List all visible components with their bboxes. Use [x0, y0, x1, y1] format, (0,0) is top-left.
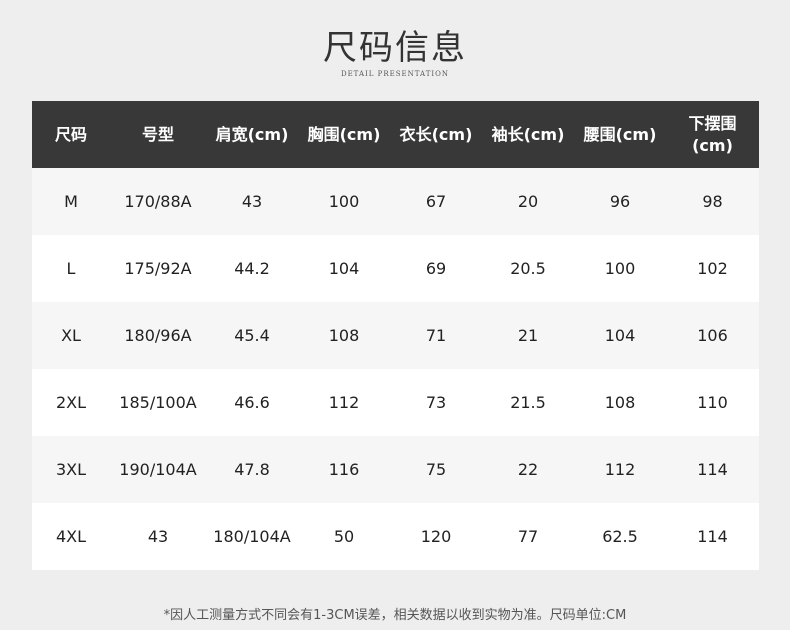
table-cell: 110 [697, 392, 728, 412]
table-cell: 108 [604, 392, 636, 412]
measurement-note: *因人工测量方式不同会有1-3CM误差，相关数据以收到实物为准。尺码单位:CM [163, 608, 627, 623]
table-row: 4XL 43 180/104A 50 120 77 62.5 114 [32, 503, 759, 570]
table-cell: 3XL [55, 459, 87, 479]
table-cell: 46.6 [234, 392, 270, 412]
table-cell: 112 [328, 392, 360, 412]
column-header-size: 尺码 [54, 124, 87, 144]
column-header-shoulder: 肩宽(cm) [215, 124, 289, 144]
table-cell: 180/104A [213, 526, 291, 546]
table-row: L 175/92A 44.2 104 69 20.5 100 102 [32, 235, 759, 302]
table-cell: 73 [425, 392, 447, 412]
column-header-hem: 下摆围(cm) [688, 113, 737, 155]
column-header-length: 衣长(cm) [399, 124, 473, 144]
table-cell: 114 [697, 459, 728, 479]
table-cell: 180/96A [124, 325, 192, 345]
table-cell: 44.2 [234, 258, 270, 278]
table-cell: L [66, 258, 76, 278]
page-title: 尺码信息 [323, 28, 467, 68]
column-header-sleeve: 袖长(cm) [491, 124, 565, 144]
table-cell: 20 [517, 191, 539, 211]
table-cell: 175/92A [124, 258, 192, 278]
table-cell: 106 [697, 325, 728, 345]
table-cell: 96 [609, 191, 631, 211]
table-cell: 22 [517, 459, 539, 479]
page-header: 尺码信息 Detail presentation [0, 28, 790, 78]
table-cell: 69 [425, 258, 447, 278]
table-cell: 104 [328, 258, 360, 278]
table-cell: 20.5 [510, 258, 546, 278]
table-cell: 116 [328, 459, 360, 479]
table-cell: 21.5 [510, 392, 546, 412]
table-cell: XL [61, 325, 81, 345]
table-cell: 112 [604, 459, 636, 479]
table-cell: 50 [333, 526, 355, 546]
size-table: 尺码 号型 肩宽(cm) 胸围(cm) 衣长(cm) 袖长(cm) 腰围(cm)… [32, 101, 759, 570]
table-cell: 120 [420, 526, 452, 546]
table-cell: 77 [517, 526, 539, 546]
table-cell: 108 [328, 325, 360, 345]
table-cell: 190/104A [119, 459, 197, 479]
table-cell: 100 [604, 258, 636, 278]
column-header-model: 号型 [141, 124, 174, 144]
table-cell: 102 [697, 258, 728, 278]
table-cell: 104 [604, 325, 636, 345]
table-cell: 170/88A [124, 191, 192, 211]
table-cell: M [64, 191, 78, 211]
table-cell: 43 [241, 191, 263, 211]
column-header-chest: 胸围(cm) [307, 124, 381, 144]
table-row: 3XL 190/104A 47.8 116 75 22 112 114 [32, 436, 759, 503]
table-cell: 114 [697, 526, 728, 546]
table-row: 2XL 185/100A 46.6 112 73 21.5 108 110 [32, 369, 759, 436]
column-header-waist: 腰围(cm) [583, 124, 657, 144]
table-cell: 43 [147, 526, 169, 546]
table-cell: 47.8 [234, 459, 270, 479]
table-row: M 170/88A 43 100 67 20 96 98 [32, 168, 759, 235]
table-cell: 45.4 [234, 325, 270, 345]
table-cell: 185/100A [119, 392, 197, 412]
table-header-row: 尺码 号型 肩宽(cm) 胸围(cm) 衣长(cm) 袖长(cm) 腰围(cm)… [32, 101, 759, 168]
table-row: XL 180/96A 45.4 108 71 21 104 106 [32, 302, 759, 369]
table-cell: 67 [425, 191, 447, 211]
table-cell: 100 [328, 191, 360, 211]
table-cell: 4XL [55, 526, 87, 546]
page-subtitle: Detail presentation [340, 70, 450, 78]
table-cell: 21 [517, 325, 539, 345]
table-cell: 75 [425, 459, 447, 479]
table-cell: 98 [702, 191, 723, 211]
table-cell: 71 [425, 325, 447, 345]
table-cell: 62.5 [602, 526, 638, 546]
table-cell: 2XL [55, 392, 87, 412]
